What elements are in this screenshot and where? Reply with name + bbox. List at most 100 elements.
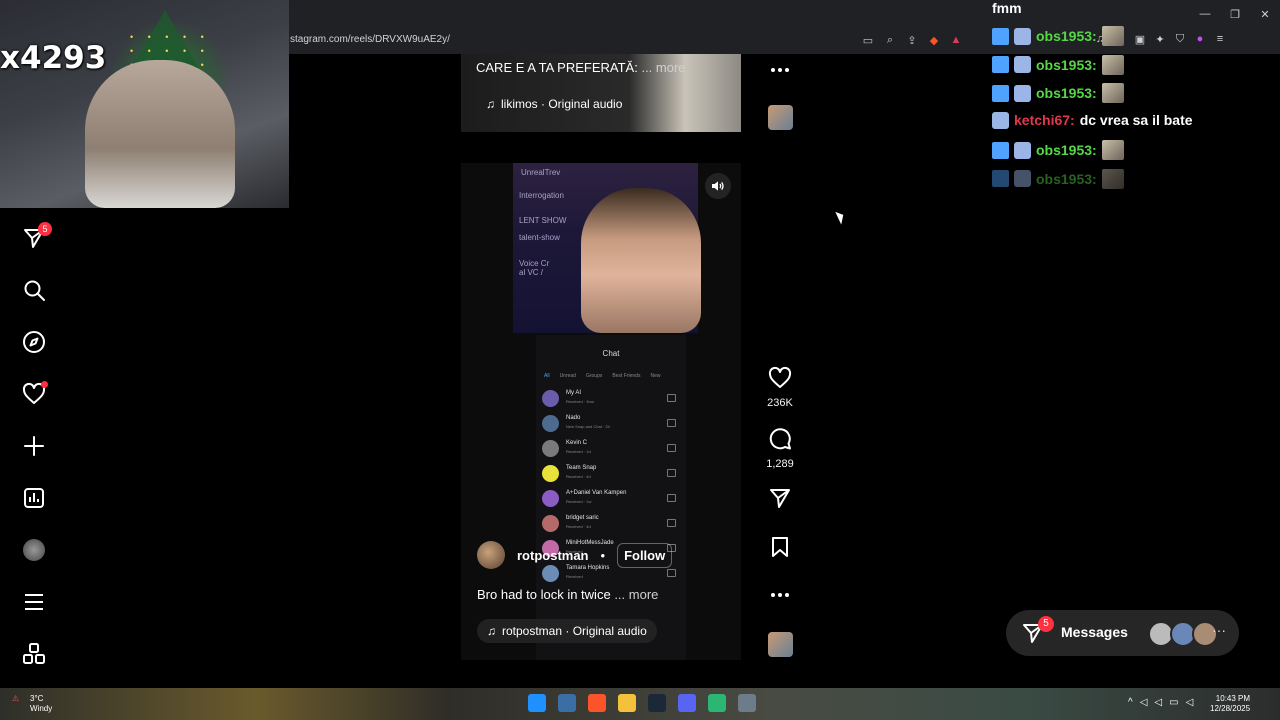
previous-reel-audio[interactable]: ♫ likimos · Original audio (486, 97, 622, 111)
share-icon[interactable]: ⇪ (904, 32, 920, 48)
more-options-button[interactable] (760, 58, 800, 87)
speaker-icon[interactable]: ◁ (1154, 697, 1162, 708)
nav-direct[interactable]: 5 (14, 218, 54, 258)
webcam-overlay-text: x4293 (0, 40, 107, 76)
camera-icon (667, 494, 676, 502)
clock[interactable]: 10:43 PM 12/28/2025 (1210, 694, 1250, 714)
zoom-icon[interactable]: ⌕ (882, 32, 898, 48)
badge-icon (992, 27, 1009, 45)
more-options-button[interactable] (760, 583, 800, 612)
chat-username: obs1953: (1036, 142, 1097, 158)
prev-audio-thumbnail[interactable] (768, 105, 793, 130)
nav-explore[interactable] (14, 322, 54, 362)
more-link[interactable]: ... more (614, 587, 658, 602)
nav-more[interactable] (14, 582, 54, 622)
badge-icon (1014, 27, 1031, 45)
mute-button[interactable] (705, 173, 731, 199)
brave-icon[interactable] (588, 694, 606, 712)
filter-tab: Groups (585, 373, 603, 379)
badge-icon (1014, 84, 1031, 102)
more-icon: ··· (1212, 622, 1226, 638)
vpn-icon[interactable]: ● (1192, 30, 1208, 48)
like-button[interactable]: 236K (760, 366, 800, 409)
badge-icon (1014, 56, 1031, 73)
follow-button[interactable]: Follow (617, 542, 673, 568)
stream-line: LENT SHOW (519, 216, 567, 225)
chat-name: A+Daniel Van Kampen (566, 490, 627, 496)
previous-reel[interactable]: CARE E A TA PREFERATĂ: ... more ♫ likimo… (461, 54, 741, 132)
audio-thumbnail[interactable] (768, 632, 793, 657)
chat-name: bridget saric (566, 515, 599, 521)
maximize-button[interactable]: ❐ (1220, 0, 1250, 28)
chat-message: obs1953: (992, 168, 1124, 189)
screen-icon[interactable]: ▭ (860, 32, 876, 48)
separator: • (600, 547, 606, 563)
network-icon[interactable]: ▭ (1169, 697, 1178, 708)
task-view-icon[interactable] (558, 694, 576, 712)
browser-icon[interactable] (708, 694, 726, 712)
nav-also-from-meta[interactable] (14, 634, 54, 674)
filter-tab: All (544, 373, 550, 379)
weather-widget[interactable]: ⚠ 3°C Windy (12, 694, 52, 714)
nav-search[interactable] (14, 270, 54, 310)
weather-condition: Windy (30, 704, 53, 713)
comment-button[interactable]: 1,289 (760, 427, 800, 470)
steam-icon[interactable] (648, 694, 666, 712)
chat-status: Received · 4d (566, 524, 591, 529)
phone-chat-row: Team Snap Received · 4d (542, 462, 682, 486)
chat-name: Team Snap (566, 465, 597, 471)
folder-icon[interactable] (618, 694, 636, 712)
nav-profile[interactable] (14, 530, 54, 570)
system-tray: ^ ◁ ◁ ▭ ◁ (1128, 697, 1193, 708)
author-avatar[interactable] (477, 541, 505, 569)
nav-dashboard[interactable] (14, 478, 54, 518)
brave-shield-icon[interactable]: ◆ (926, 32, 942, 48)
chat-status: Received · 3mo (566, 399, 595, 404)
badge-icon (992, 141, 1009, 159)
stream-username: UnrealTrev (521, 168, 561, 177)
caption-text: CARE E A TA PREFERATĂ: (476, 60, 638, 75)
window-controls: — ❐ ✕ (1190, 0, 1280, 28)
chat-username: obs1953: (1036, 28, 1097, 44)
more-icon (771, 593, 789, 597)
hamburger-icon (25, 594, 43, 610)
emote-icon (1101, 83, 1124, 103)
emote-icon (1101, 54, 1124, 75)
reel-audio[interactable]: ♫ rotpostman · Original audio (477, 619, 657, 643)
compass-icon (23, 331, 45, 353)
discord-icon[interactable] (678, 694, 696, 712)
minimize-button[interactable]: — (1190, 0, 1220, 28)
mouse-cursor (835, 209, 847, 225)
camera-icon (667, 444, 676, 452)
save-button[interactable] (760, 535, 800, 564)
filter-tab: Best Friends (612, 373, 641, 379)
nav-create[interactable] (14, 426, 54, 466)
chat-message: obs1953: (992, 140, 1124, 160)
chat-status: Received (566, 574, 583, 579)
messages-button[interactable]: 5 Messages ··· (1006, 610, 1239, 656)
phone-screenshot: Chat All Unread Groups Best Friends New … (536, 335, 686, 660)
start-icon[interactable] (528, 694, 546, 712)
chat-status: New Snap and Chat · 2h (566, 424, 610, 429)
badge-icon (992, 111, 1009, 129)
bookmark-icon (772, 537, 788, 557)
close-button[interactable]: ✕ (1250, 0, 1280, 28)
author-username[interactable]: rotpostman (517, 548, 589, 563)
comment-icon (769, 428, 791, 450)
nav-notifications[interactable] (14, 374, 54, 414)
reel-video[interactable]: UnrealTrev Interrogation LENT SHOW talen… (461, 163, 741, 660)
menu-icon[interactable]: ≡ (1212, 30, 1228, 48)
avatar (542, 490, 559, 507)
send-icon (770, 489, 790, 508)
wallet-icon[interactable]: ▣ (1132, 30, 1148, 48)
calculator-icon[interactable] (738, 694, 756, 712)
speaker-icon[interactable]: ◁ (1140, 697, 1148, 708)
more-link[interactable]: ... more (641, 60, 685, 75)
puzzle-icon[interactable]: ✦ (1152, 30, 1168, 48)
rewards-icon[interactable]: ▲ (948, 32, 964, 48)
comment-count: 1,289 (766, 458, 794, 470)
chevron-up-icon[interactable]: ^ (1128, 697, 1133, 708)
share-button[interactable] (760, 486, 800, 515)
shield-icon[interactable]: ⛉ (1172, 30, 1188, 48)
volume-icon[interactable]: ◁ (1186, 697, 1194, 708)
